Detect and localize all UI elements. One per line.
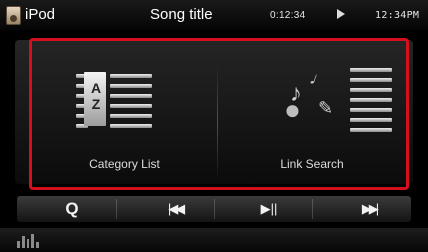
- elapsed-time: 0:12:34: [270, 10, 306, 21]
- equalizer-icon[interactable]: [17, 233, 39, 248]
- previous-track-icon[interactable]: |◀◀: [155, 196, 195, 222]
- search-icon[interactable]: Q: [57, 196, 87, 222]
- selection-highlight: [29, 38, 409, 190]
- header-bar: iPod Song title 0:12:34 12:34PM: [0, 0, 428, 30]
- source-label[interactable]: iPod: [25, 6, 55, 23]
- ipod-icon[interactable]: [6, 6, 21, 25]
- song-title: Song title: [150, 6, 213, 23]
- clock: 12:34PM: [375, 10, 420, 21]
- play-indicator-icon: [337, 9, 345, 19]
- control-separator: [214, 199, 215, 219]
- control-separator: [116, 199, 117, 219]
- bottom-bar: [0, 228, 428, 252]
- play-pause-icon[interactable]: ▶||: [249, 196, 289, 222]
- next-track-icon[interactable]: ▶▶|: [349, 196, 389, 222]
- control-separator: [312, 199, 313, 219]
